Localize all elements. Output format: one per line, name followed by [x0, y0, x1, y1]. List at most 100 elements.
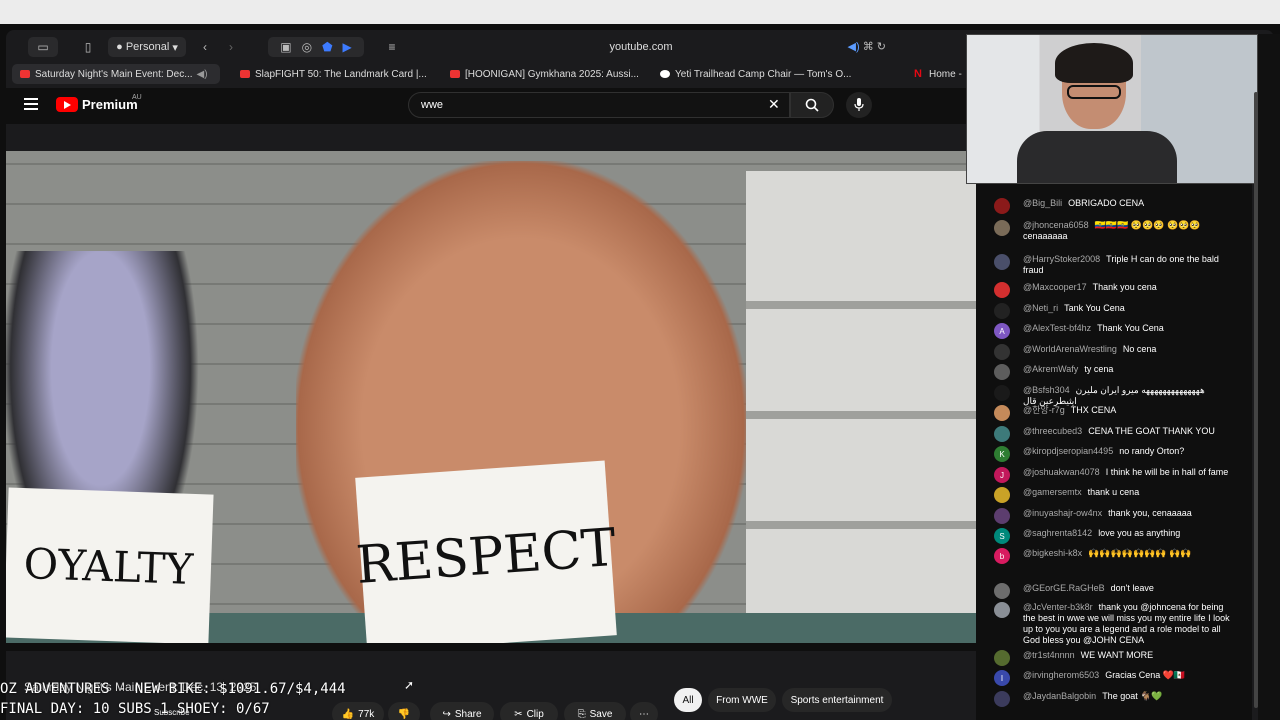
chat-author[interactable]: @HarryStoker2008	[1023, 254, 1100, 264]
chat-author[interactable]: @inuyashajr-ow4nx	[1023, 508, 1102, 518]
avatar[interactable]	[994, 385, 1010, 401]
bookmark-icon: ⎘	[577, 708, 586, 720]
chat-author[interactable]: @Maxcooper17	[1023, 282, 1087, 292]
avatar[interactable]	[994, 405, 1010, 421]
avatar[interactable]	[994, 282, 1010, 298]
dislike-button[interactable]: 👎	[388, 702, 420, 720]
chip-from-wwe[interactable]: From WWE	[708, 688, 776, 712]
youtube-favicon-icon	[240, 70, 250, 78]
chat-author[interactable]: @한앙-r7g	[1023, 405, 1065, 415]
chat-author[interactable]: @AlexTest-bf4hz	[1023, 323, 1091, 333]
tab-4[interactable]: N Home -	[906, 64, 966, 84]
player-controls-bar[interactable]	[6, 643, 976, 651]
chat-message-body: @joshuakwan4078 I think he will be in hal…	[1023, 467, 1238, 478]
mouse-cursor-icon: ➚	[404, 678, 415, 692]
chat-author[interactable]: @JaydanBalgobin	[1023, 691, 1096, 701]
more-actions-button[interactable]: ⋯	[630, 702, 658, 720]
screenshot-icon[interactable]: ▣	[280, 40, 291, 54]
chat-author[interactable]: @gamersemtx	[1023, 487, 1082, 497]
chat-message: A @AlexTest-bf4hz Thank You Cena	[976, 323, 1238, 339]
tab-0[interactable]: Saturday Night's Main Event: Dec... ◀)	[12, 64, 220, 84]
avatar[interactable]	[994, 691, 1010, 707]
avatar[interactable]	[994, 364, 1010, 380]
chat-text: love you as anything	[1098, 528, 1181, 538]
chat-text: CENA THE GOAT THANK YOU	[1088, 426, 1215, 436]
chat-message: @Maxcooper17 Thank you cena	[976, 282, 1238, 298]
window-switcher-icon[interactable]: ▭	[28, 37, 58, 57]
tab-1[interactable]: SlapFIGHT 50: The Landmark Card |...	[232, 64, 440, 84]
hamburger-menu-icon[interactable]	[24, 98, 38, 110]
chat-author[interactable]: @Bsfsh304	[1023, 385, 1070, 395]
chat-author[interactable]: @bigkeshi-k8x	[1023, 548, 1082, 558]
chat-message-body: @tr1st4nnnn WE WANT MORE	[1023, 650, 1238, 661]
youtube-header: Premium AU wwe ✕	[6, 88, 978, 124]
avatar[interactable]	[994, 583, 1010, 599]
chat-author[interactable]: @irvingherom6503	[1023, 670, 1099, 680]
chat-message: @inuyashajr-ow4nx thank you, cenaaaaa	[976, 508, 1238, 524]
search-input[interactable]: wwe	[408, 92, 790, 118]
chat-message-body: @Neti_ri Tank You Cena	[1023, 303, 1238, 314]
avatar[interactable]	[994, 508, 1010, 524]
chat-author[interactable]: @tr1st4nnnn	[1023, 650, 1075, 660]
translate-icon[interactable]: ⌘	[863, 41, 874, 53]
chat-author[interactable]: @GEorGE.RaGHeB	[1023, 583, 1105, 593]
avatar[interactable]	[994, 303, 1010, 319]
chat-text: thank you, cenaaaaa	[1108, 508, 1192, 518]
mute-icon[interactable]: ◀)	[197, 69, 208, 80]
youtube-logo-icon[interactable]	[56, 97, 78, 112]
reload-icon[interactable]: ↻	[877, 41, 886, 53]
avatar[interactable]	[994, 487, 1010, 503]
chat-author[interactable]: @Neti_ri	[1023, 303, 1058, 313]
save-button[interactable]: ⎘ Save	[564, 702, 626, 720]
tab-title: Saturday Night's Main Event: Dec...	[35, 68, 193, 80]
back-button[interactable]: ‹	[194, 37, 216, 57]
avatar[interactable]: A	[994, 323, 1010, 339]
chip-all[interactable]: All	[674, 688, 702, 712]
chat-author[interactable]: @Big_Bili	[1023, 198, 1062, 208]
tab-2[interactable]: [HOONIGAN] Gymkhana 2025: Aussi...	[442, 64, 650, 84]
address-bar[interactable]: youtube.com ◀) ⌘ ↻	[386, 36, 896, 58]
tab-3[interactable]: Yeti Trailhead Camp Chair — Tom's O...	[652, 64, 860, 84]
sidebar-toggle-icon[interactable]: ▯	[76, 37, 100, 57]
chat-text: The goat 🐐💚	[1102, 691, 1163, 701]
chat-author[interactable]: @threecubed3	[1023, 426, 1082, 436]
like-button[interactable]: 👍 77k	[332, 702, 384, 720]
avatar[interactable]: J	[994, 467, 1010, 483]
avatar[interactable]: K	[994, 446, 1010, 462]
chat-author[interactable]: @AkremWafy	[1023, 364, 1078, 374]
avatar[interactable]	[994, 602, 1010, 618]
netflix-favicon-icon: N	[914, 68, 922, 80]
avatar[interactable]	[994, 254, 1010, 270]
shelf-divider	[746, 521, 976, 529]
avatar[interactable]	[994, 426, 1010, 442]
avatar[interactable]	[994, 344, 1010, 360]
speaker-icon[interactable]: ◀)	[848, 41, 860, 53]
tab-title: Home -	[929, 68, 962, 80]
chat-text: thank u cena	[1087, 487, 1140, 497]
forward-button[interactable]: ›	[220, 37, 242, 57]
extension-icon[interactable]: ▶	[343, 40, 352, 54]
clip-button[interactable]: ✂ Clip	[500, 702, 558, 720]
shield-icon[interactable]: ⬟	[322, 40, 332, 54]
chat-author[interactable]: @WorldArenaWrestling	[1023, 344, 1117, 354]
incognito-icon[interactable]: ◎	[302, 40, 312, 54]
chat-author[interactable]: @JcVenter-b3k8r	[1023, 602, 1093, 612]
chat-author[interactable]: @joshuakwan4078	[1023, 467, 1100, 477]
avatar[interactable]: I	[994, 670, 1010, 686]
profile-button[interactable]: ● Personal ▾	[108, 37, 186, 57]
chat-author[interactable]: @jhoncena6058	[1023, 220, 1089, 230]
avatar[interactable]	[994, 650, 1010, 666]
clear-search-icon[interactable]: ✕	[768, 96, 780, 113]
chat-author[interactable]: @saghrenta8142	[1023, 528, 1092, 538]
youtube-brand[interactable]: Premium	[82, 97, 138, 112]
voice-search-button[interactable]	[846, 92, 872, 118]
chat-author[interactable]: @kiropdjseropian4495	[1023, 446, 1113, 456]
avatar[interactable]	[994, 198, 1010, 214]
search-button[interactable]	[790, 92, 834, 118]
avatar[interactable]: b	[994, 548, 1010, 564]
video-player[interactable]: OYALTY RESPECT	[6, 151, 976, 643]
avatar[interactable]	[994, 220, 1010, 236]
share-button[interactable]: ↪ Share	[430, 702, 494, 720]
chip-sports-entertainment[interactable]: Sports entertainment	[782, 688, 892, 712]
avatar[interactable]: S	[994, 528, 1010, 544]
